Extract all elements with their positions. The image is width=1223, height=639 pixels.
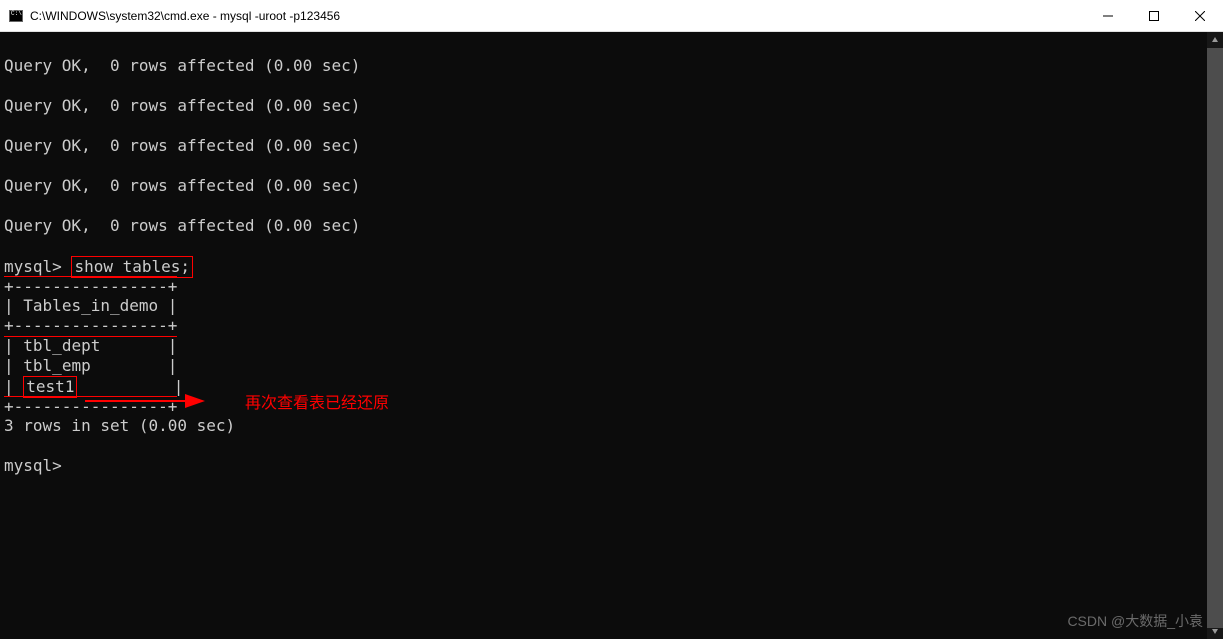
result-summary: 3 rows in set (0.00 sec) (4, 416, 1223, 436)
annotation-text: 再次查看表已经还原 (245, 394, 389, 414)
window-title: C:\WINDOWS\system32\cmd.exe - mysql -uro… (30, 9, 1085, 23)
output-line: Query OK, 0 rows affected (0.00 sec) (4, 96, 1223, 116)
window-controls (1085, 0, 1223, 31)
cmd-icon (8, 8, 24, 24)
prompt-line: mysql> (4, 456, 1223, 476)
table-row: | tbl_emp | (4, 356, 1223, 376)
watermark: CSDN @大数据_小袁 (1067, 611, 1203, 631)
scrollbar-up-icon[interactable] (1207, 32, 1223, 48)
prompt-text: mysql> (4, 257, 62, 276)
output-line: Query OK, 0 rows affected (0.00 sec) (4, 216, 1223, 236)
terminal-content: Query OK, 0 rows affected (0.00 sec) Que… (0, 36, 1223, 476)
highlighted-command: show tables; (71, 256, 193, 278)
output-line: Query OK, 0 rows affected (0.00 sec) (4, 56, 1223, 76)
table-separator: +----------------+ (4, 276, 1223, 296)
output-line: Query OK, 0 rows affected (0.00 sec) (4, 176, 1223, 196)
table-header-row: | Tables_in_demo | (4, 296, 1223, 316)
annotation-arrow (85, 391, 205, 416)
highlighted-table-cell: test1 (23, 376, 77, 398)
prompt-text: mysql> (4, 456, 62, 475)
app-window: C:\WINDOWS\system32\cmd.exe - mysql -uro… (0, 0, 1223, 639)
table-header: Tables_in_demo (23, 296, 158, 315)
table-row: | tbl_dept | (4, 336, 1223, 356)
command-line: mysql> show tables; (4, 256, 1223, 276)
table-separator: +----------------+ (4, 316, 1223, 336)
scrollbar-thumb[interactable] (1207, 48, 1223, 628)
scrollbar[interactable] (1207, 32, 1223, 639)
terminal-area[interactable]: Query OK, 0 rows affected (0.00 sec) Que… (0, 32, 1223, 639)
scrollbar-down-icon[interactable] (1207, 623, 1223, 639)
close-button[interactable] (1177, 0, 1223, 31)
table-cell: tbl_emp (23, 356, 90, 375)
table-cell: tbl_dept (23, 336, 100, 355)
output-line: Query OK, 0 rows affected (0.00 sec) (4, 136, 1223, 156)
minimize-button[interactable] (1085, 0, 1131, 31)
maximize-button[interactable] (1131, 0, 1177, 31)
titlebar[interactable]: C:\WINDOWS\system32\cmd.exe - mysql -uro… (0, 0, 1223, 32)
